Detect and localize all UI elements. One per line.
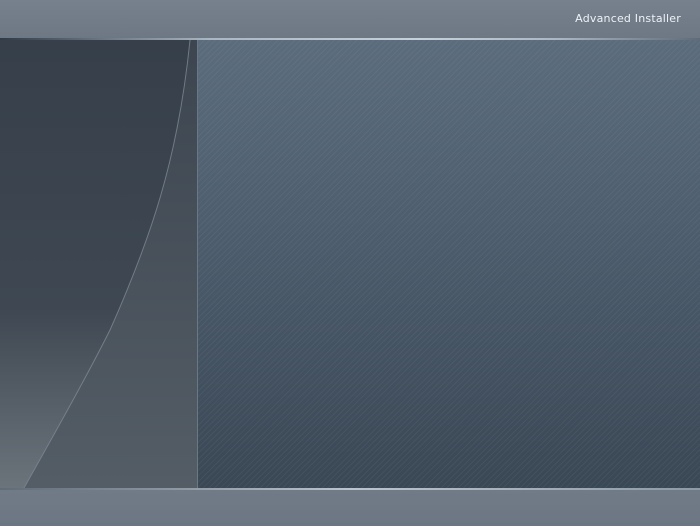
header-bar: Advanced Installer xyxy=(0,0,700,39)
content-area xyxy=(0,40,700,488)
footer-bar xyxy=(0,490,700,526)
brand-label: Advanced Installer xyxy=(575,12,681,25)
main-panel xyxy=(198,40,700,488)
side-panel xyxy=(0,40,197,488)
installer-window: Advanced Installer xyxy=(0,0,700,526)
decorative-curve xyxy=(0,40,197,488)
